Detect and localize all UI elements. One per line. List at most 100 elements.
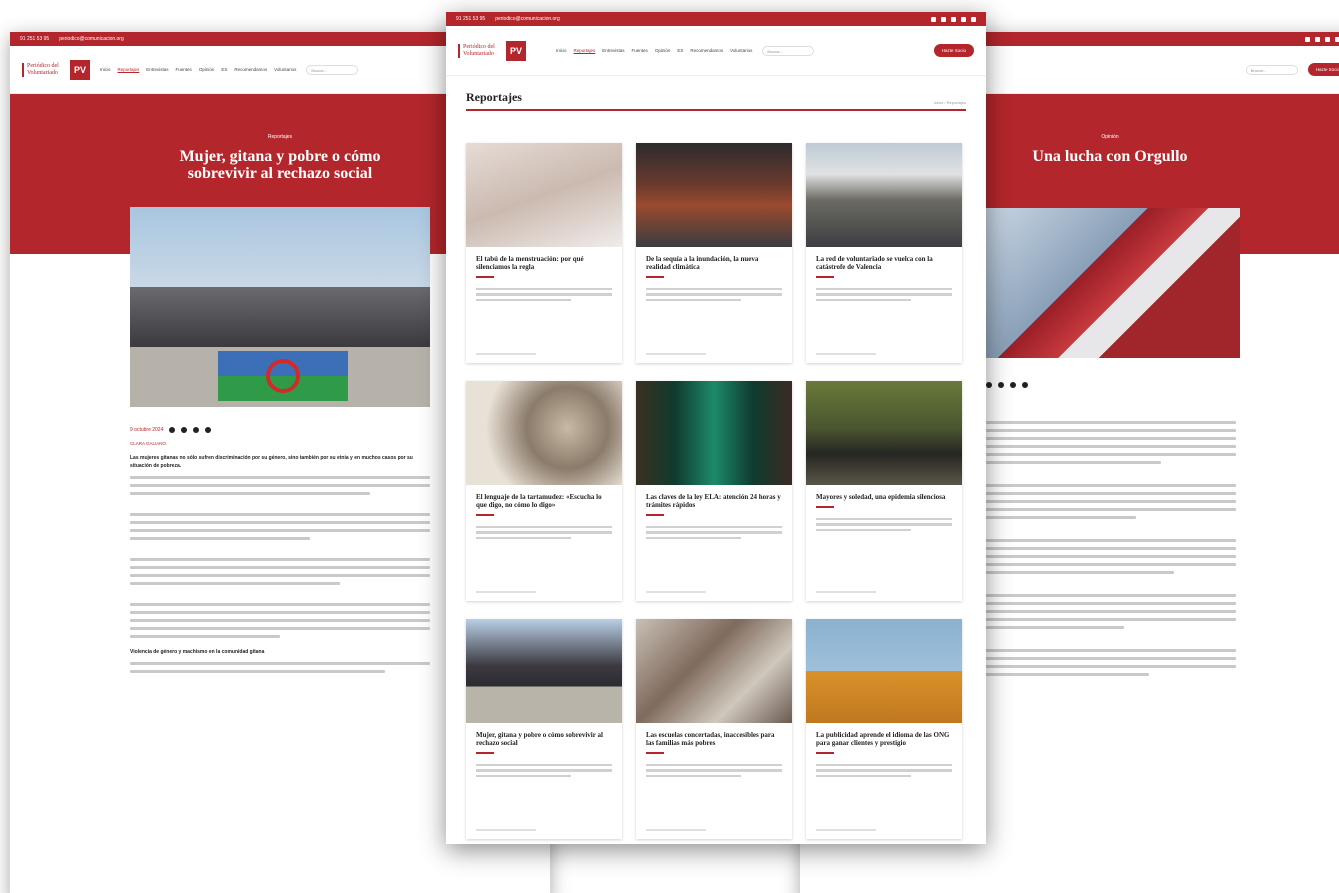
search-input[interactable]: Buscar... (762, 45, 815, 56)
linkedin-icon[interactable] (998, 382, 1004, 388)
article-card[interactable]: La red de voluntariado se vuelca con la … (806, 143, 962, 363)
paragraph-lines (986, 421, 1236, 676)
article-author[interactable]: CLARA GALIANO (130, 441, 430, 446)
social-links (931, 16, 976, 22)
card-date (466, 352, 622, 364)
main-nav: Inicio Reportajes Entrevistas Fuentes Opinió… (556, 48, 752, 53)
card-accent (476, 514, 494, 516)
card-title[interactable]: De la sequía a la inundación, la nueva r… (636, 247, 792, 271)
nav-item-recomendamos[interactable]: Recomendamos (690, 48, 723, 53)
article-card[interactable]: El lenguaje de la tartamudez: «Escucha l… (466, 381, 622, 601)
x-icon (941, 16, 946, 22)
card-image[interactable] (466, 143, 622, 247)
card-title[interactable]: Las escuelas concertadas, inaccesibles p… (636, 723, 792, 747)
card-title[interactable]: Mujer, gitana y pobre o cómo sobrevivir … (466, 723, 622, 747)
page-title-row: Reportajes Inicio / Reportajes (446, 90, 986, 105)
linkedin-icon (961, 16, 966, 22)
card-image[interactable] (636, 143, 792, 247)
card-date (806, 590, 962, 602)
site-logo[interactable]: Periódico del Voluntariado PV (458, 40, 526, 61)
paragraph-lines (130, 476, 430, 638)
facebook-icon[interactable] (169, 427, 176, 433)
article-body (986, 382, 1236, 681)
card-title[interactable]: La publicidad aprende el idioma de las O… (806, 723, 962, 747)
card-excerpt (636, 283, 792, 307)
article-card[interactable]: Mayores y soledad, una epidemia silencio… (806, 381, 962, 601)
card-accent (476, 752, 494, 754)
article-card[interactable]: La publicidad aprende el idioma de las O… (806, 619, 962, 839)
flag-graphic (218, 351, 348, 401)
article-card[interactable]: El tabú de la menstruación: por qué sile… (466, 143, 622, 363)
card-excerpt (466, 759, 622, 783)
linkedin-icon[interactable] (181, 427, 188, 433)
x-icon[interactable] (193, 427, 200, 433)
card-title[interactable]: El lenguaje de la tartamudez: «Escucha l… (466, 485, 622, 509)
card-accent (646, 514, 664, 516)
card-image[interactable] (806, 143, 962, 247)
card-accent (816, 276, 834, 278)
card-date (806, 828, 962, 840)
card-date (466, 590, 622, 602)
nav-item-entrevistas[interactable]: Entrevistas (146, 67, 168, 72)
card-title[interactable]: Las claves de la ley ELA: atención 24 ho… (636, 485, 792, 509)
nav-item-reportajes[interactable]: Reportajes (118, 67, 140, 72)
article-card[interactable]: De la sequía a la inundación, la nueva r… (636, 143, 792, 363)
top-bar: 91 251 53 95 periodico@comunicacion.org (446, 12, 986, 26)
nav-item-inicio[interactable]: Inicio (100, 67, 111, 72)
card-date (636, 590, 792, 602)
article-date: 9 octubre 2024 (130, 427, 164, 433)
site-header: Periódico del Voluntariado PV Inicio Repo… (446, 26, 986, 76)
card-image[interactable] (806, 381, 962, 485)
nav-item-es[interactable]: ES (221, 67, 227, 72)
nav-item-voluntarios[interactable]: Voluntarios (730, 48, 752, 53)
article-body: 9 octubre 2024 CLARA GALIANO Las mujeres… (130, 427, 430, 678)
nav-item-voluntarios[interactable]: Voluntarios (274, 67, 296, 72)
card-accent (816, 506, 834, 508)
listing-window: 91 251 53 95 periodico@comunicacion.org … (446, 12, 986, 844)
social-links (1305, 36, 1339, 42)
card-image[interactable] (466, 381, 622, 485)
card-title[interactable]: Mayores y soledad, una epidemia silencio… (806, 485, 962, 501)
card-image[interactable] (636, 381, 792, 485)
breadcrumb[interactable]: Inicio / Reportajes (934, 100, 966, 105)
phone-text: 91 251 53 95 (20, 36, 50, 42)
nav-item-inicio[interactable]: Inicio (556, 48, 567, 53)
article-lead: Las mujeres gitanas no sólo sufren discr… (130, 455, 413, 469)
nav-item-fuentes[interactable]: Fuentes (632, 48, 648, 53)
nav-item-reportajes[interactable]: Reportajes (574, 48, 596, 53)
x-icon[interactable] (1010, 382, 1016, 388)
card-image[interactable] (466, 619, 622, 723)
article-card[interactable]: Las claves de la ley ELA: atención 24 ho… (636, 381, 792, 601)
search-input[interactable]: Buscar... (306, 64, 359, 75)
card-image[interactable] (636, 619, 792, 723)
nav-item-es[interactable]: ES (677, 48, 683, 53)
card-accent (646, 276, 664, 278)
site-logo[interactable]: Periódico del Voluntariado PV (22, 59, 90, 80)
article-card[interactable]: Mujer, gitana y pobre o cómo sobrevivir … (466, 619, 622, 839)
card-title[interactable]: El tabú de la menstruación: por qué sile… (466, 247, 622, 271)
card-image[interactable] (806, 619, 962, 723)
article-subheading: Violencia de género y machismo en la com… (130, 649, 265, 655)
nav-item-recomendamos[interactable]: Recomendamos (234, 67, 267, 72)
email-text[interactable]: periodico@comunicacion.org (495, 16, 560, 22)
card-title[interactable]: La red de voluntariado se vuelca con la … (806, 247, 962, 271)
article-photo (986, 208, 1240, 358)
cta-button[interactable]: Hazte Socio (1307, 63, 1339, 76)
nav-item-entrevistas[interactable]: Entrevistas (602, 48, 624, 53)
email-icon[interactable] (1022, 382, 1028, 388)
facebook-icon (931, 16, 936, 22)
card-excerpt (806, 513, 962, 537)
email-icon[interactable] (205, 427, 212, 433)
article-card[interactable]: Las escuelas concertadas, inaccesibles p… (636, 619, 792, 839)
email-text[interactable]: periodico@comunicacion.org (59, 36, 124, 42)
page-title: Reportajes (466, 90, 522, 104)
article-photo (130, 207, 430, 407)
nav-item-opinión[interactable]: Opinión (199, 67, 215, 72)
search-input[interactable]: Buscar... (1245, 64, 1298, 75)
phone-text: 91 251 53 95 (456, 16, 486, 22)
cta-button[interactable]: Hazte Socio (933, 44, 974, 57)
nav-item-fuentes[interactable]: Fuentes (176, 67, 192, 72)
instagram-icon (951, 16, 956, 22)
facebook-icon[interactable] (986, 382, 992, 388)
nav-item-opinión[interactable]: Opinión (655, 48, 671, 53)
